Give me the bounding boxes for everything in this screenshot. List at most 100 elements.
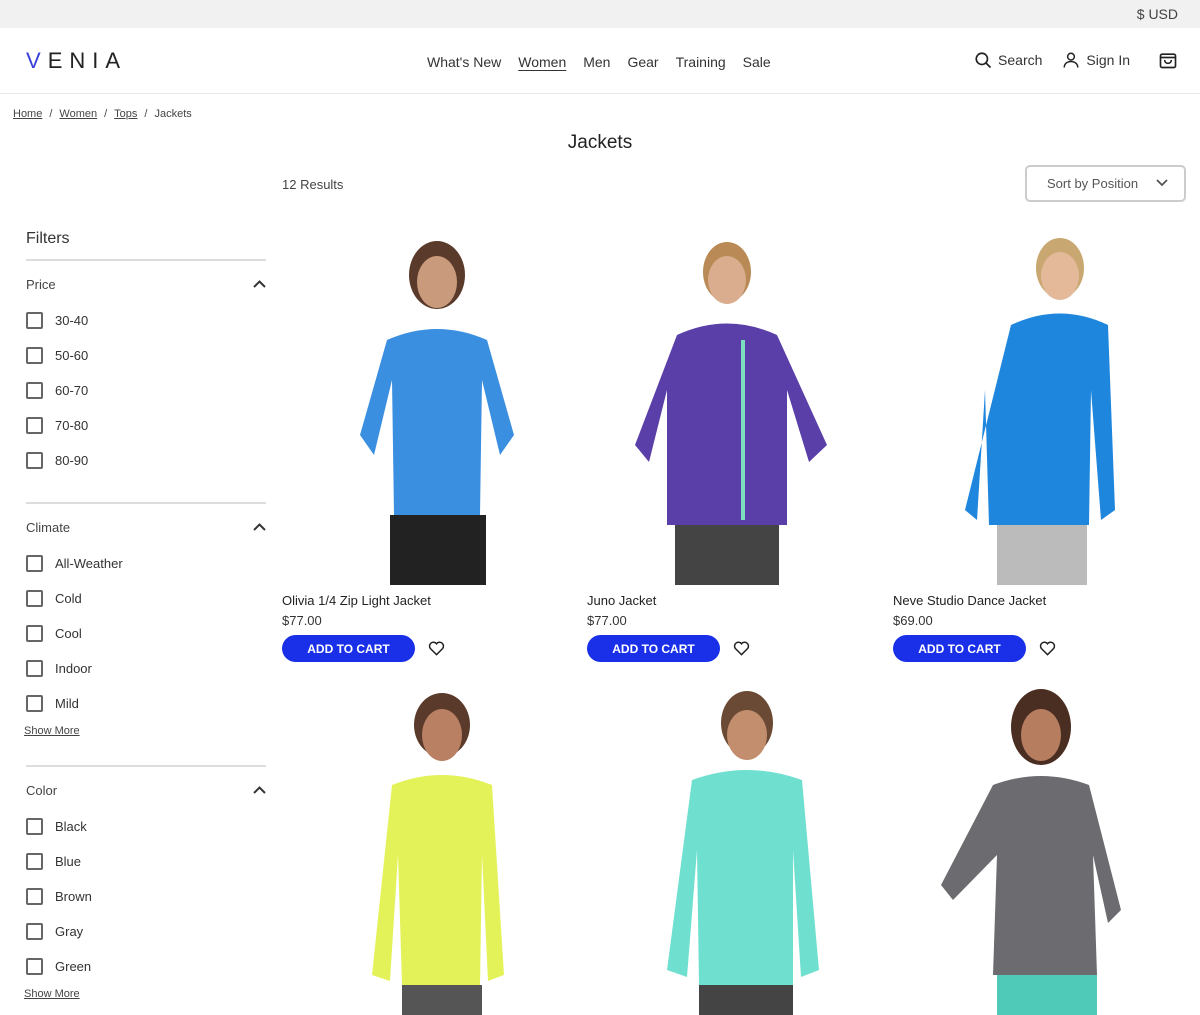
checkbox[interactable] xyxy=(26,888,43,905)
add-to-cart-button[interactable]: ADD TO CART xyxy=(893,635,1026,662)
search-button[interactable]: Search xyxy=(974,51,1042,69)
checkbox[interactable] xyxy=(26,417,43,434)
show-more-link[interactable]: Show More xyxy=(24,988,80,1000)
checkbox[interactable] xyxy=(26,382,43,399)
filter-option[interactable]: Cold xyxy=(26,581,266,616)
checkbox[interactable] xyxy=(26,555,43,572)
breadcrumb-separator: / xyxy=(144,108,148,120)
filter-group-header[interactable]: Color xyxy=(26,779,266,801)
filter-group-color: Color Black Blue Brown Gray Green Show M… xyxy=(24,779,266,1002)
breadcrumb: Home / Women / Tops / Jackets xyxy=(13,108,192,120)
checkbox[interactable] xyxy=(26,590,43,607)
filter-option-label: 30-40 xyxy=(55,313,89,328)
product-name[interactable]: Juno Jacket xyxy=(587,593,656,608)
filter-option-label: Brown xyxy=(55,889,92,904)
filter-option[interactable]: Cool xyxy=(26,616,266,651)
checkbox[interactable] xyxy=(26,958,43,975)
checkbox[interactable] xyxy=(26,853,43,870)
show-more-link[interactable]: Show More xyxy=(24,725,80,737)
heart-icon[interactable] xyxy=(1039,641,1056,656)
nav-training[interactable]: Training xyxy=(676,54,726,70)
product-image[interactable] xyxy=(893,230,1173,585)
filter-option-label: 50-60 xyxy=(55,348,89,363)
sort-label: Sort by Position xyxy=(1047,176,1139,191)
chevron-down-icon xyxy=(1156,179,1168,187)
nav-whats-new[interactable]: What's New xyxy=(427,54,501,70)
filter-option[interactable]: Mild xyxy=(26,686,266,721)
filter-group-title: Color xyxy=(26,782,58,798)
breadcrumb-tops[interactable]: Tops xyxy=(114,108,137,120)
checkbox[interactable] xyxy=(26,312,43,329)
currency-selector[interactable]: $ USD xyxy=(1137,6,1178,22)
filter-option[interactable]: Gray xyxy=(26,914,266,949)
checkbox[interactable] xyxy=(26,695,43,712)
chevron-up-icon xyxy=(253,280,266,288)
page-title: Jackets xyxy=(567,132,633,153)
filter-option[interactable]: All-Weather xyxy=(26,546,266,581)
checkbox[interactable] xyxy=(26,452,43,469)
filter-group-price: Price 30-40 50-60 60-70 70-80 80-90 xyxy=(26,273,266,504)
breadcrumb-home[interactable]: Home xyxy=(13,108,42,120)
breadcrumb-women[interactable]: Women xyxy=(59,108,97,120)
filter-option-label: 80-90 xyxy=(55,453,89,468)
nav-sale[interactable]: Sale xyxy=(743,54,771,70)
filter-option[interactable]: Green xyxy=(26,949,266,984)
product-image[interactable] xyxy=(587,685,867,1015)
main-nav: What's New Women Men Gear Training Sale xyxy=(427,54,771,70)
checkbox[interactable] xyxy=(26,923,43,940)
product-image[interactable] xyxy=(282,685,562,1015)
results-count: 12 Results xyxy=(282,177,344,192)
filter-option[interactable]: 80-90 xyxy=(26,443,266,478)
product-image[interactable] xyxy=(893,685,1173,1015)
filter-option-label: Black xyxy=(55,819,87,834)
site-header: VENIA What's New Women Men Gear Training… xyxy=(0,28,1200,94)
checkbox[interactable] xyxy=(26,818,43,835)
filter-option[interactable]: Indoor xyxy=(26,651,266,686)
filter-option[interactable]: 30-40 xyxy=(26,303,266,338)
sign-in-label: Sign In xyxy=(1086,52,1130,68)
filter-group-title: Price xyxy=(26,276,56,292)
checkbox[interactable] xyxy=(26,660,43,677)
product-price: $77.00 xyxy=(282,613,322,628)
filter-option-label: All-Weather xyxy=(55,556,123,571)
nav-gear[interactable]: Gear xyxy=(627,54,658,70)
filters-sidebar: Filters Price 30-40 50-60 60-70 70-80 80… xyxy=(24,230,266,1002)
search-label: Search xyxy=(998,52,1043,68)
add-to-cart-button[interactable]: ADD TO CART xyxy=(587,635,720,662)
product-name[interactable]: Olivia 1/4 Zip Light Jacket xyxy=(282,593,431,608)
filter-option-label: 70-80 xyxy=(55,418,89,433)
filter-option[interactable]: Brown xyxy=(26,879,266,914)
cart-button[interactable] xyxy=(1158,50,1178,70)
nav-men[interactable]: Men xyxy=(583,54,610,70)
sort-dropdown[interactable]: Sort by Position xyxy=(1025,165,1186,202)
product-price: $69.00 xyxy=(893,613,933,628)
product-image[interactable] xyxy=(282,230,562,585)
checkbox[interactable] xyxy=(26,347,43,364)
filter-option[interactable]: 60-70 xyxy=(26,373,266,408)
venia-logo[interactable]: VENIA xyxy=(26,48,127,74)
filter-group-header[interactable]: Price xyxy=(26,273,266,295)
breadcrumb-separator: / xyxy=(104,108,108,120)
divider xyxy=(26,502,266,504)
product-name[interactable]: Neve Studio Dance Jacket xyxy=(893,593,1046,608)
nav-women[interactable]: Women xyxy=(518,54,566,70)
breadcrumb-separator: / xyxy=(49,108,53,120)
filter-option[interactable]: 50-60 xyxy=(26,338,266,373)
checkbox[interactable] xyxy=(26,625,43,642)
heart-icon[interactable] xyxy=(733,641,750,656)
filters-title: Filters xyxy=(26,230,266,261)
search-icon xyxy=(975,52,992,69)
filter-option[interactable]: Black xyxy=(26,809,266,844)
filter-option[interactable]: Blue xyxy=(26,844,266,879)
add-to-cart-button[interactable]: ADD TO CART xyxy=(282,635,415,662)
product-image[interactable] xyxy=(587,230,867,585)
heart-icon[interactable] xyxy=(428,641,445,656)
header-actions: Search Sign In xyxy=(954,50,1178,70)
filter-option[interactable]: 70-80 xyxy=(26,408,266,443)
sign-in-button[interactable]: Sign In xyxy=(1062,51,1130,69)
filter-group-header[interactable]: Climate xyxy=(26,516,266,538)
product-price: $77.00 xyxy=(587,613,627,628)
divider xyxy=(26,765,266,767)
filter-option-label: Indoor xyxy=(55,661,92,676)
shopping-bag-icon xyxy=(1159,53,1177,69)
